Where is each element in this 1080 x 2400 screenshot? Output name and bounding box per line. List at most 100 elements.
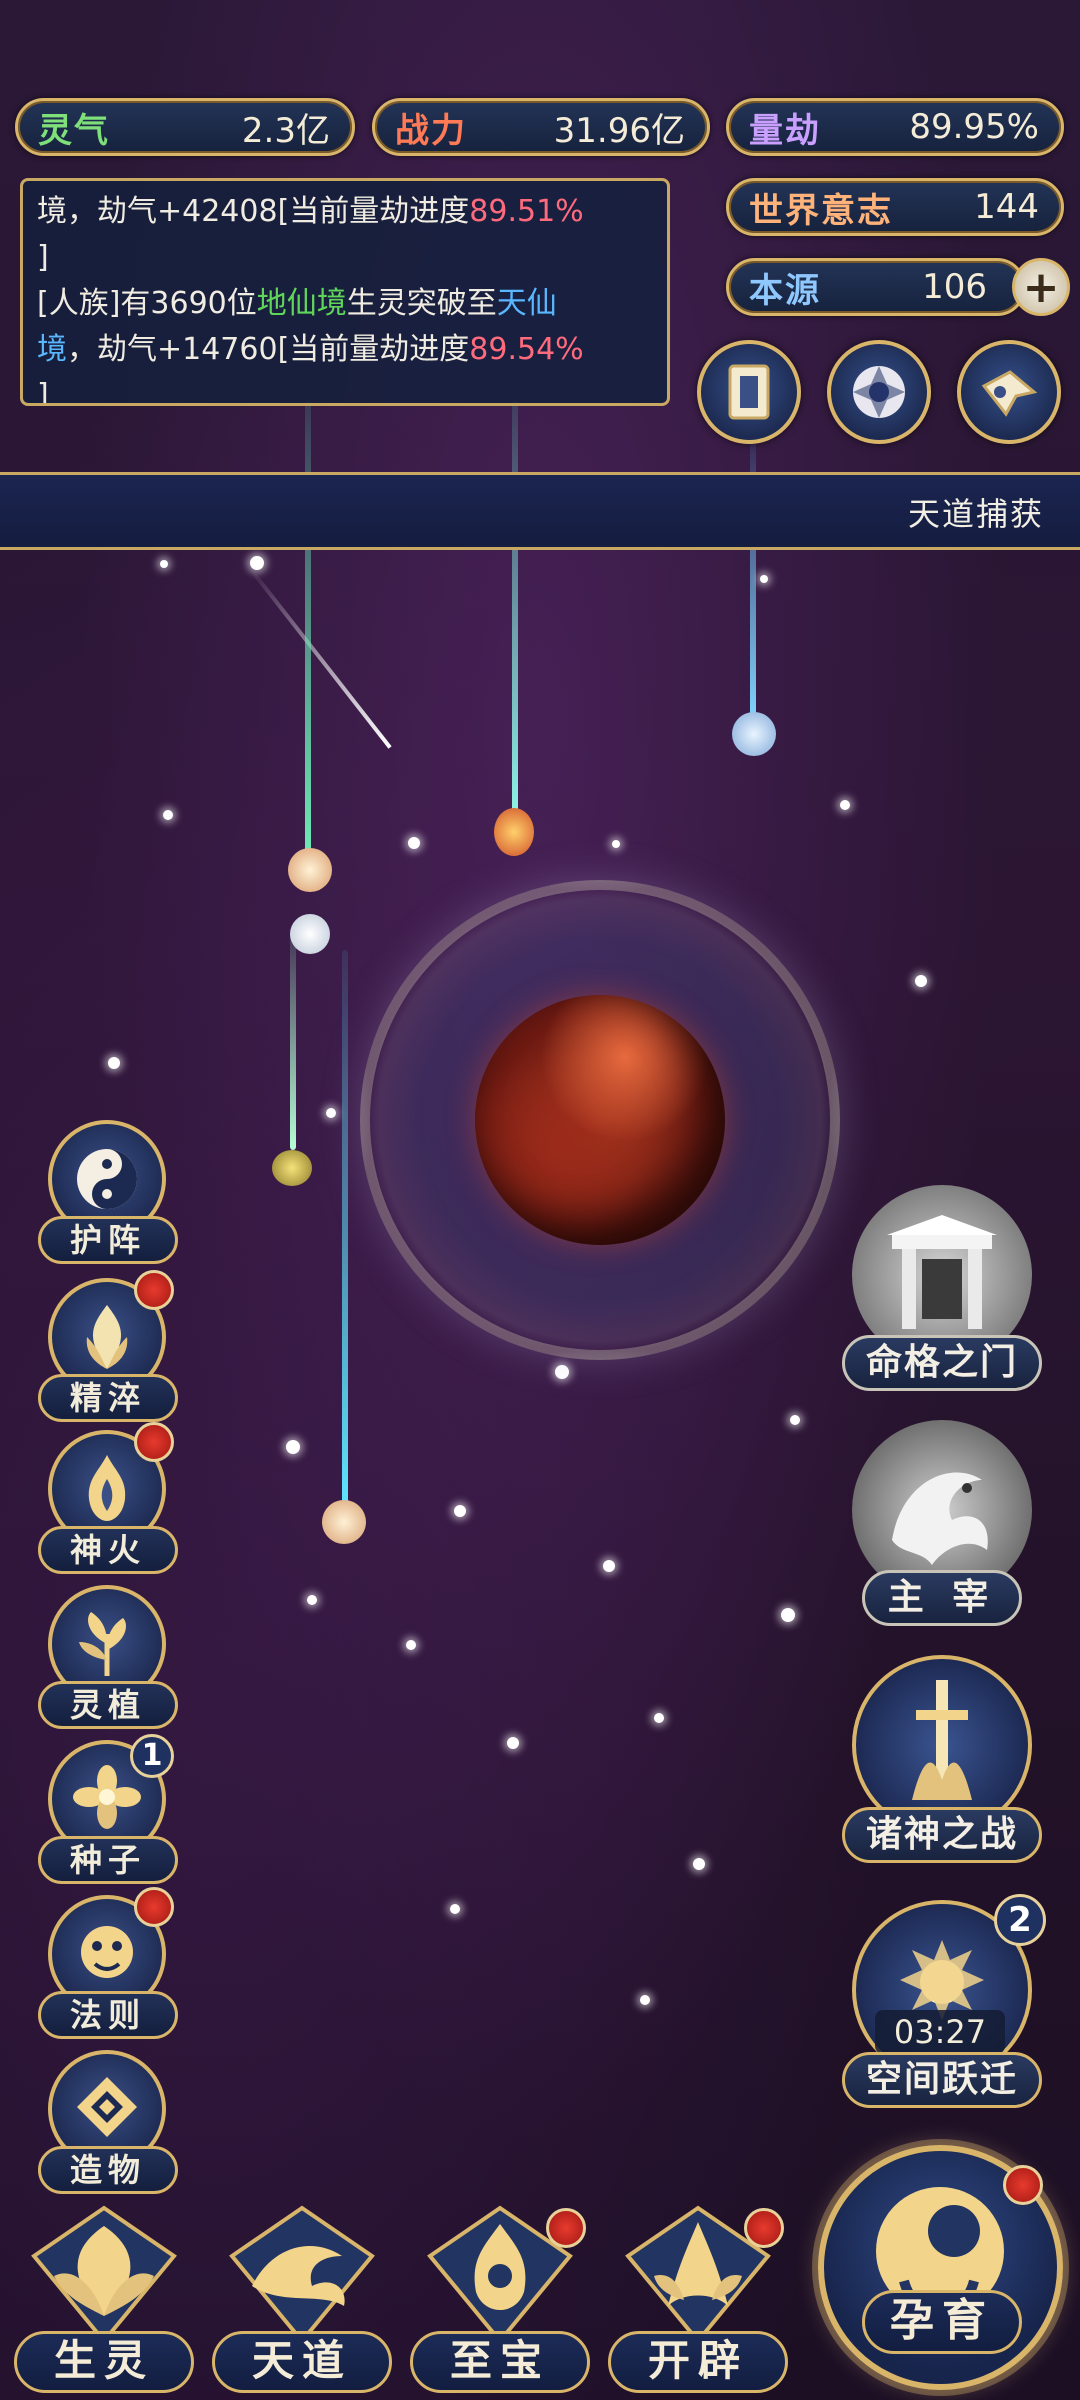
star xyxy=(454,1505,466,1517)
star xyxy=(408,837,420,849)
swirl-gear-icon xyxy=(853,366,905,418)
star xyxy=(406,1640,416,1650)
lingqi-value: 2.3亿 xyxy=(241,110,330,151)
shijie-value: 144 xyxy=(974,187,1039,227)
benyuan-value: 106 xyxy=(922,267,987,307)
nav-label: 至宝 xyxy=(410,2331,590,2393)
side-button-shenhuo[interactable]: 神火 xyxy=(38,1422,178,1580)
zhanli-label: 战力 xyxy=(395,110,467,151)
nav-kaipi[interactable]: 开辟 xyxy=(608,2196,788,2396)
shijie-label: 世界意志 xyxy=(749,190,893,231)
event-log[interactable]: 境，劫气+42408[当前量劫进度89.51% ] [人族]有3690位地仙境生… xyxy=(20,178,670,406)
nav-tiandao[interactable]: 天道 xyxy=(212,2196,392,2396)
side-label: 护阵 xyxy=(38,1216,178,1264)
feature-kongjian[interactable]: 03:27 空间跃迁 2 xyxy=(842,1894,1046,2110)
creation-diamond-icon xyxy=(77,2077,137,2137)
announcement-ticker: 天道捕获 xyxy=(0,472,1080,550)
star xyxy=(326,1108,336,1118)
star xyxy=(693,1858,705,1870)
star xyxy=(840,800,850,810)
log-line: 境，劫气+14760[当前量劫进度89.54% xyxy=(37,332,584,367)
horn-icon xyxy=(981,370,1038,417)
log-line: ] xyxy=(37,378,49,406)
meteor-streak xyxy=(246,565,392,749)
zhanli-value: 31.96亿 xyxy=(553,110,685,151)
side-label: 灵植 xyxy=(38,1681,178,1729)
settings-button[interactable] xyxy=(827,340,931,444)
notification-dot xyxy=(134,1887,174,1927)
lingqi-pill: 灵气 2.3亿 xyxy=(15,98,355,156)
side-button-faze[interactable]: 法则 xyxy=(38,1887,178,2045)
side-button-zhongzi[interactable]: 种子 1 xyxy=(38,1734,178,1890)
count-badge: 2 xyxy=(994,1894,1046,1946)
jump-timer: 03:27 xyxy=(875,2010,1005,2054)
card-button[interactable] xyxy=(697,340,801,444)
star xyxy=(450,1904,460,1914)
side-button-lingzhi[interactable]: 灵植 xyxy=(38,1585,178,1735)
side-label: 种子 xyxy=(38,1836,178,1884)
yunyu-label: 孕育 xyxy=(862,2290,1022,2354)
star xyxy=(760,575,768,583)
world-planet[interactable] xyxy=(475,995,725,1245)
liangjie-value: 89.95% xyxy=(909,107,1039,147)
side-label: 造物 xyxy=(38,2146,178,2194)
light-beam xyxy=(512,400,518,820)
star xyxy=(915,975,927,987)
star xyxy=(307,1595,317,1605)
star xyxy=(160,560,168,568)
light-beam xyxy=(290,930,296,1150)
notification-dot xyxy=(134,1422,174,1462)
benyuan-pill: 本源 106 xyxy=(726,258,1026,316)
creature-sprite[interactable] xyxy=(288,848,332,892)
side-label: 神火 xyxy=(38,1526,178,1574)
side-label: 法则 xyxy=(38,1991,178,2039)
notification-dot xyxy=(134,1270,174,1310)
star xyxy=(163,810,173,820)
plus-icon: + xyxy=(1022,261,1060,313)
star xyxy=(654,1713,664,1723)
side-button-zaowu[interactable]: 造物 xyxy=(38,2050,178,2200)
nav-label: 开辟 xyxy=(608,2331,788,2393)
gate-icon xyxy=(887,1215,997,1329)
lingqi-label: 灵气 xyxy=(38,110,110,151)
divine-fire-icon xyxy=(88,1455,126,1521)
speaker-button[interactable] xyxy=(957,340,1061,444)
star xyxy=(555,1365,569,1379)
log-line: 境，劫气+42408[当前量劫进度89.51% xyxy=(37,194,584,229)
creature-sprite[interactable] xyxy=(272,1150,312,1186)
add-benyuan-button[interactable]: + xyxy=(1012,258,1070,316)
count-badge: 1 xyxy=(130,1734,174,1778)
nav-zhibao[interactable]: 至宝 xyxy=(410,2196,590,2396)
benyuan-label: 本源 xyxy=(749,270,821,311)
star xyxy=(286,1440,300,1454)
side-button-huzhen[interactable]: 护阵 xyxy=(38,1120,178,1270)
phoenix-icon xyxy=(31,2205,177,2345)
sword-icon xyxy=(912,1680,972,1800)
star xyxy=(108,1057,120,1069)
light-beam xyxy=(305,400,311,870)
creature-sprite[interactable] xyxy=(494,808,534,856)
star xyxy=(612,840,620,848)
feature-zhushen[interactable]: 诸神之战 xyxy=(842,1655,1042,1865)
side-label: 精淬 xyxy=(38,1374,178,1422)
liangjie-pill[interactable]: 量劫 89.95% xyxy=(726,98,1064,156)
yin-yang-icon xyxy=(77,1149,137,1209)
nav-shengling[interactable]: 生灵 xyxy=(14,2196,194,2396)
star xyxy=(781,1608,795,1622)
log-line: ] xyxy=(37,240,49,275)
side-button-jingcui[interactable]: 精淬 xyxy=(38,1270,178,1428)
creature-sprite[interactable] xyxy=(322,1500,366,1544)
creature-sprite[interactable] xyxy=(290,914,330,954)
card-icon xyxy=(728,364,770,420)
feature-zhuzai[interactable]: 主 宰 xyxy=(842,1420,1042,1630)
notification-dot xyxy=(546,2208,586,2248)
notification-dot xyxy=(744,2208,784,2248)
star xyxy=(603,1560,615,1572)
feature-mingge[interactable]: 命格之门 xyxy=(842,1185,1042,1395)
creature-sprite[interactable] xyxy=(732,712,776,756)
flame-lotus-icon xyxy=(86,1305,128,1369)
nav-label: 生灵 xyxy=(14,2331,194,2393)
law-beast-icon xyxy=(81,1926,133,1978)
nav-label: 天道 xyxy=(212,2331,392,2393)
shijie-pill[interactable]: 世界意志 144 xyxy=(726,178,1064,236)
